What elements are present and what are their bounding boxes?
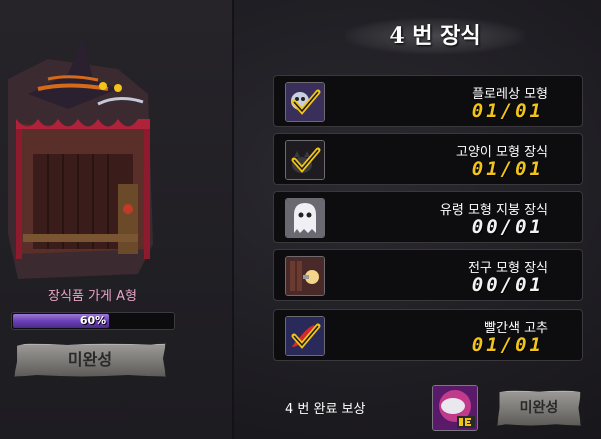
list-item[interactable]: 전구 모형 장식 00/01 (273, 249, 583, 301)
ghost-icon (285, 198, 325, 238)
item-count: 01/01 (471, 100, 544, 122)
shop-preview-panel: 장식품 가게 A형 60% 미완성 (0, 0, 232, 439)
check-cat-icon (285, 140, 325, 180)
item-count: 00/01 (471, 274, 544, 296)
item-count: 01/01 (471, 158, 544, 180)
check-ghost-icon (285, 82, 325, 122)
reward-label: 4 번 완료 보상 (285, 402, 366, 417)
reward-incomplete-button[interactable]: 미완성 (497, 390, 581, 426)
incomplete-status-button[interactable]: 미완성 (14, 343, 166, 377)
bulb-icon (285, 256, 325, 296)
check-pepper-icon (285, 316, 325, 356)
completion-progress-bar: 60% (11, 312, 175, 330)
progress-percent: 60% (79, 314, 107, 327)
list-item[interactable]: 빨간색 고추 01/01 (273, 309, 583, 361)
list-item[interactable]: 유령 모형 지붕 장식 00/01 (273, 191, 583, 243)
list-item[interactable]: 고양이 모형 장식 01/01 (273, 133, 583, 185)
page-title: 4 번 장식 (345, 18, 525, 54)
shop-name: 장식품 가게 A형 (48, 289, 137, 304)
halloween-shop-illustration (8, 39, 153, 279)
item-count: 00/01 (471, 216, 544, 238)
reward-item-icon[interactable] (432, 385, 478, 431)
list-item[interactable]: 플로레상 모형 01/01 (273, 75, 583, 127)
item-count: 01/01 (471, 334, 544, 356)
panel-divider (232, 0, 234, 439)
